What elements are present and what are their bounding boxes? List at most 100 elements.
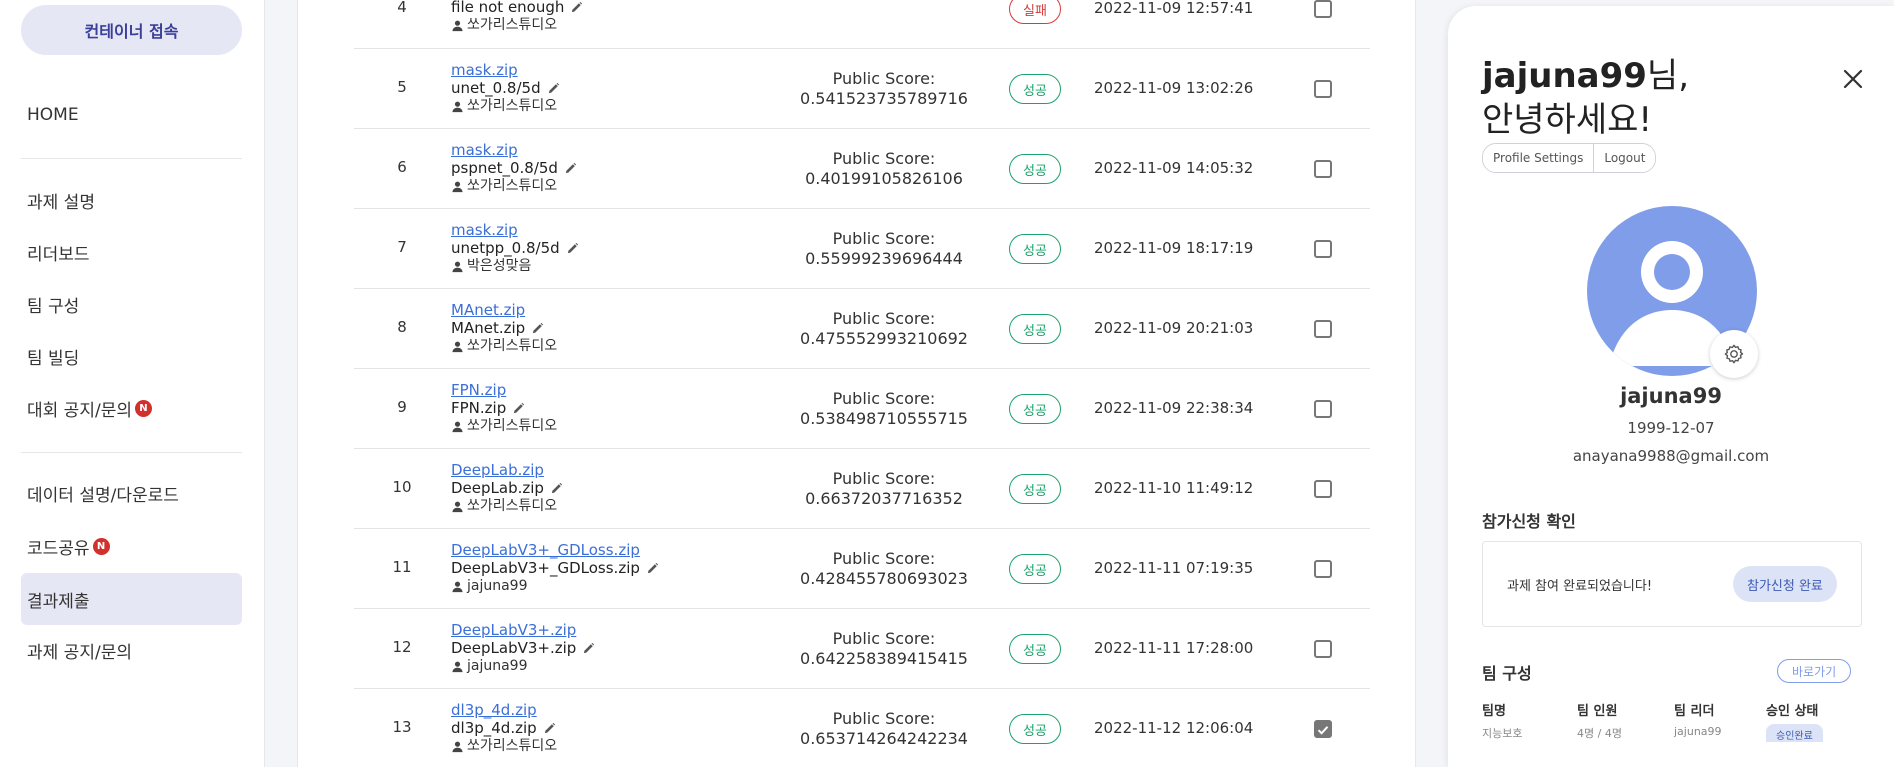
file-download-link[interactable]: DeepLab.zip xyxy=(451,461,771,479)
pencil-icon[interactable] xyxy=(646,562,659,575)
pencil-icon[interactable] xyxy=(566,242,579,255)
sidebar-item-team-building[interactable]: 팀 빌딩 xyxy=(21,330,242,382)
status-badge: 성공 xyxy=(1009,394,1061,424)
team-col-head: 팀 인원 xyxy=(1577,704,1618,719)
final-submission-checkbox[interactable] xyxy=(1314,320,1332,338)
score-label: Public Score: xyxy=(832,629,936,648)
file-description: pspnet_0.8/5d xyxy=(451,159,771,177)
file-download-link[interactable]: DeepLabV3+_GDLoss.zip xyxy=(451,541,771,559)
pencil-icon[interactable] xyxy=(531,322,544,335)
file-cell: MAnet.zip MAnet.zip 쏘가리스튜디오 xyxy=(451,301,771,355)
profile-settings-button[interactable]: Profile Settings xyxy=(1483,144,1594,172)
file-download-link[interactable]: mask.zip xyxy=(451,221,771,239)
sidebar-item-result-submit[interactable]: 결과제출 xyxy=(21,573,242,625)
file-description-text: file not enough xyxy=(451,0,565,16)
gear-icon xyxy=(1724,344,1744,364)
sidebar-item-home[interactable]: HOME xyxy=(21,89,242,141)
checkmark-icon xyxy=(1317,726,1329,735)
file-description-text: pspnet_0.8/5d xyxy=(451,159,558,177)
sidebar-item-team-composition[interactable]: 팀 구성 xyxy=(21,278,242,330)
score-value: 0.475552993210692 xyxy=(800,329,968,348)
sidebar-item-code-share[interactable]: 코드공유 N xyxy=(21,520,242,572)
sidebar-item-task-notice[interactable]: 과제 공지/문의 xyxy=(21,624,242,676)
sidebar-item-label: HOME xyxy=(27,105,79,125)
sidebar-item-task-description[interactable]: 과제 설명 xyxy=(21,174,242,226)
file-author: 쏘가리스튜디오 xyxy=(451,737,771,755)
table-row: 4 file not enough 쏘가리스튜디오 실패 2022-11-09 12:5… xyxy=(354,0,1370,49)
file-description-text: dl3p_4d.zip xyxy=(451,719,537,737)
file-download-link[interactable]: mask.zip xyxy=(451,141,771,159)
pencil-icon[interactable] xyxy=(543,722,556,735)
team-col-value: 4명 / 4명 xyxy=(1577,727,1622,740)
score-label: Public Score: xyxy=(832,149,936,168)
score-label: Public Score: xyxy=(832,309,936,328)
author-name: 쏘가리스튜디오 xyxy=(467,418,558,434)
final-submission-checkbox[interactable] xyxy=(1314,720,1332,738)
file-download-link[interactable]: DeepLabV3+.zip xyxy=(451,621,771,639)
application-complete-button[interactable]: 참가신청 완료 xyxy=(1733,566,1837,602)
pencil-icon[interactable] xyxy=(512,402,525,415)
final-submission-checkbox[interactable] xyxy=(1314,560,1332,578)
table-row: 12 DeepLabV3+.zip DeepLabV3+.zip jajuna99 Pu… xyxy=(354,609,1370,689)
pencil-icon[interactable] xyxy=(582,642,595,655)
final-submission-checkbox[interactable] xyxy=(1314,0,1332,18)
greeting-suffix: 님, xyxy=(1646,56,1690,96)
account-actions: Profile Settings Logout xyxy=(1482,143,1657,173)
avatar-settings-button[interactable] xyxy=(1710,330,1758,378)
file-description: dl3p_4d.zip xyxy=(451,719,771,737)
score-value: 0.538498710555715 xyxy=(800,409,968,428)
file-download-link[interactable]: FPN.zip xyxy=(451,381,771,399)
final-submission-checkbox[interactable] xyxy=(1314,640,1332,658)
file-description-text: DeepLabV3+_GDLoss.zip xyxy=(451,559,640,577)
team-leader-column: 팀 리더 jajuna99 xyxy=(1674,700,1769,738)
status-badge: 성공 xyxy=(1009,234,1061,264)
status-badge: 성공 xyxy=(1009,554,1061,584)
score-cell: Public Score: 0.428455780693023 xyxy=(734,549,1034,589)
score-cell: Public Score: 0.538498710555715 xyxy=(734,389,1034,429)
row-number: 12 xyxy=(392,638,412,656)
status-badge: 성공 xyxy=(1009,154,1061,184)
sidebar-item-leaderboard[interactable]: 리더보드 xyxy=(21,226,242,278)
submission-date: 2022-11-09 20:21:03 xyxy=(1094,319,1254,337)
status-badge: 성공 xyxy=(1009,314,1061,344)
pencil-icon[interactable] xyxy=(564,162,577,175)
final-submission-checkbox[interactable] xyxy=(1314,480,1332,498)
final-submission-checkbox[interactable] xyxy=(1314,80,1332,98)
sidebar-item-contest-notice[interactable]: 대회 공지/문의 N xyxy=(21,382,242,434)
profile-birthdate: 1999-12-07 xyxy=(1627,419,1715,437)
sidebar-item-label: 데이터 설명/다운로드 xyxy=(27,485,179,506)
score-value: 0.541523735789716 xyxy=(800,89,968,108)
close-icon[interactable] xyxy=(1840,66,1866,92)
logout-button[interactable]: Logout xyxy=(1593,144,1656,172)
row-number: 5 xyxy=(397,78,407,96)
person-icon xyxy=(452,661,463,672)
submission-date: 2022-11-09 18:17:19 xyxy=(1094,239,1254,257)
team-goto-button[interactable]: 바로가기 xyxy=(1777,659,1852,683)
file-download-link[interactable]: dl3p_4d.zip xyxy=(451,701,771,719)
file-download-link[interactable]: mask.zip xyxy=(451,61,771,79)
score-value: 0.653714264242234 xyxy=(800,729,968,748)
file-cell: mask.zip unet_0.8/5d 쏘가리스튜디오 xyxy=(451,61,771,115)
final-submission-checkbox[interactable] xyxy=(1314,400,1332,418)
score-cell: Public Score: 0.653714264242234 xyxy=(734,709,1034,749)
file-download-link[interactable]: MAnet.zip xyxy=(451,301,771,319)
file-cell: DeepLabV3+.zip DeepLabV3+.zip jajuna99 xyxy=(451,621,771,675)
row-number: 9 xyxy=(397,398,407,416)
submission-date: 2022-11-09 14:05:32 xyxy=(1094,159,1254,177)
author-name: 박은성맞음 xyxy=(467,258,532,274)
pencil-icon[interactable] xyxy=(547,82,560,95)
file-description-text: FPN.zip xyxy=(451,399,507,417)
container-connect-button[interactable]: 컨테이너 접속 xyxy=(21,5,242,55)
pencil-icon[interactable] xyxy=(550,482,563,495)
final-submission-checkbox[interactable] xyxy=(1314,160,1332,178)
row-number: 4 xyxy=(397,0,407,16)
author-name: 쏘가리스튜디오 xyxy=(467,338,558,354)
final-submission-checkbox[interactable] xyxy=(1314,240,1332,258)
file-cell: mask.zip pspnet_0.8/5d 쏘가리스튜디오 xyxy=(451,141,771,195)
sidebar-item-data-download[interactable]: 데이터 설명/다운로드 xyxy=(21,467,242,519)
file-description-text: unet_0.8/5d xyxy=(451,79,541,97)
row-number: 8 xyxy=(397,318,407,336)
file-author: 쏘가리스튜디오 xyxy=(451,417,771,435)
pencil-icon[interactable] xyxy=(570,1,583,14)
score-cell: Public Score: 0.642258389415415 xyxy=(734,629,1034,669)
